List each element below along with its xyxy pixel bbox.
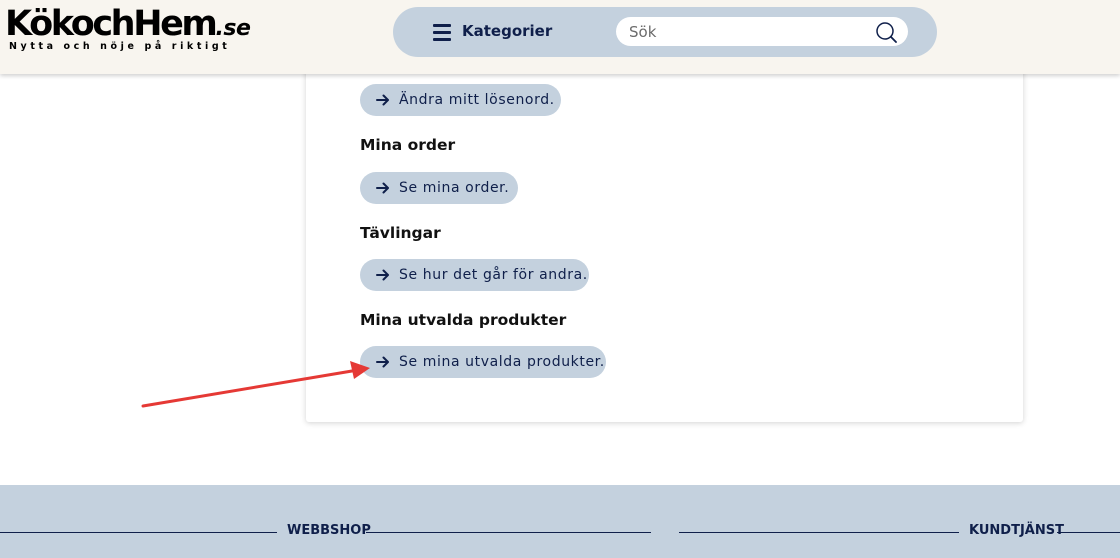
footer-divider (1057, 532, 1120, 533)
competitions-button[interactable]: Se hur det går för andra. (360, 259, 589, 291)
selected-products-heading: Mina utvalda produkter (360, 311, 567, 329)
footer-divider (366, 532, 651, 533)
change-password-button[interactable]: Ändra mitt lösenord. (360, 84, 561, 116)
footer-divider (679, 532, 959, 533)
logo-suffix: .se (215, 16, 251, 41)
site-footer: WEBBSHOP KUNDTJÄNST (0, 485, 1120, 558)
site-logo[interactable]: KökochHem.se Nytta och nöje på riktigt (5, 4, 251, 52)
selected-products-button[interactable]: Se mina utvalda produkter. (360, 346, 606, 378)
webshop-heading: WEBBSHOP (287, 523, 371, 538)
orders-heading: Mina order (360, 136, 456, 154)
footer-divider (0, 532, 277, 533)
arrow-right-icon (376, 182, 389, 194)
arrow-right-icon (376, 356, 389, 368)
view-orders-button[interactable]: Se mina order. (360, 172, 518, 204)
search-input[interactable] (629, 17, 859, 46)
hamburger-menu-icon[interactable] (433, 24, 451, 41)
change-password-label: Ändra mitt lösenord. (399, 92, 555, 108)
customer-service-heading: KUNDTJÄNST (969, 523, 1064, 538)
site-header: KökochHem.se Nytta och nöje på riktigt K… (0, 0, 1120, 74)
view-orders-label: Se mina order. (399, 180, 510, 196)
arrow-right-icon (376, 269, 389, 281)
competitions-label: Se hur det går för andra. (399, 267, 588, 283)
selected-products-label: Se mina utvalda produkter. (399, 354, 605, 370)
logo-tagline: Nytta och nöje på riktigt (9, 41, 231, 52)
arrow-right-icon (376, 94, 389, 106)
search-icon[interactable] (875, 21, 897, 43)
logo-text: KökochHem (5, 4, 218, 44)
categories-menu-label[interactable]: Kategorier (462, 22, 552, 40)
search-box (616, 17, 908, 46)
nav-bar: Kategorier (393, 7, 937, 57)
competitions-heading: Tävlingar (360, 224, 441, 242)
